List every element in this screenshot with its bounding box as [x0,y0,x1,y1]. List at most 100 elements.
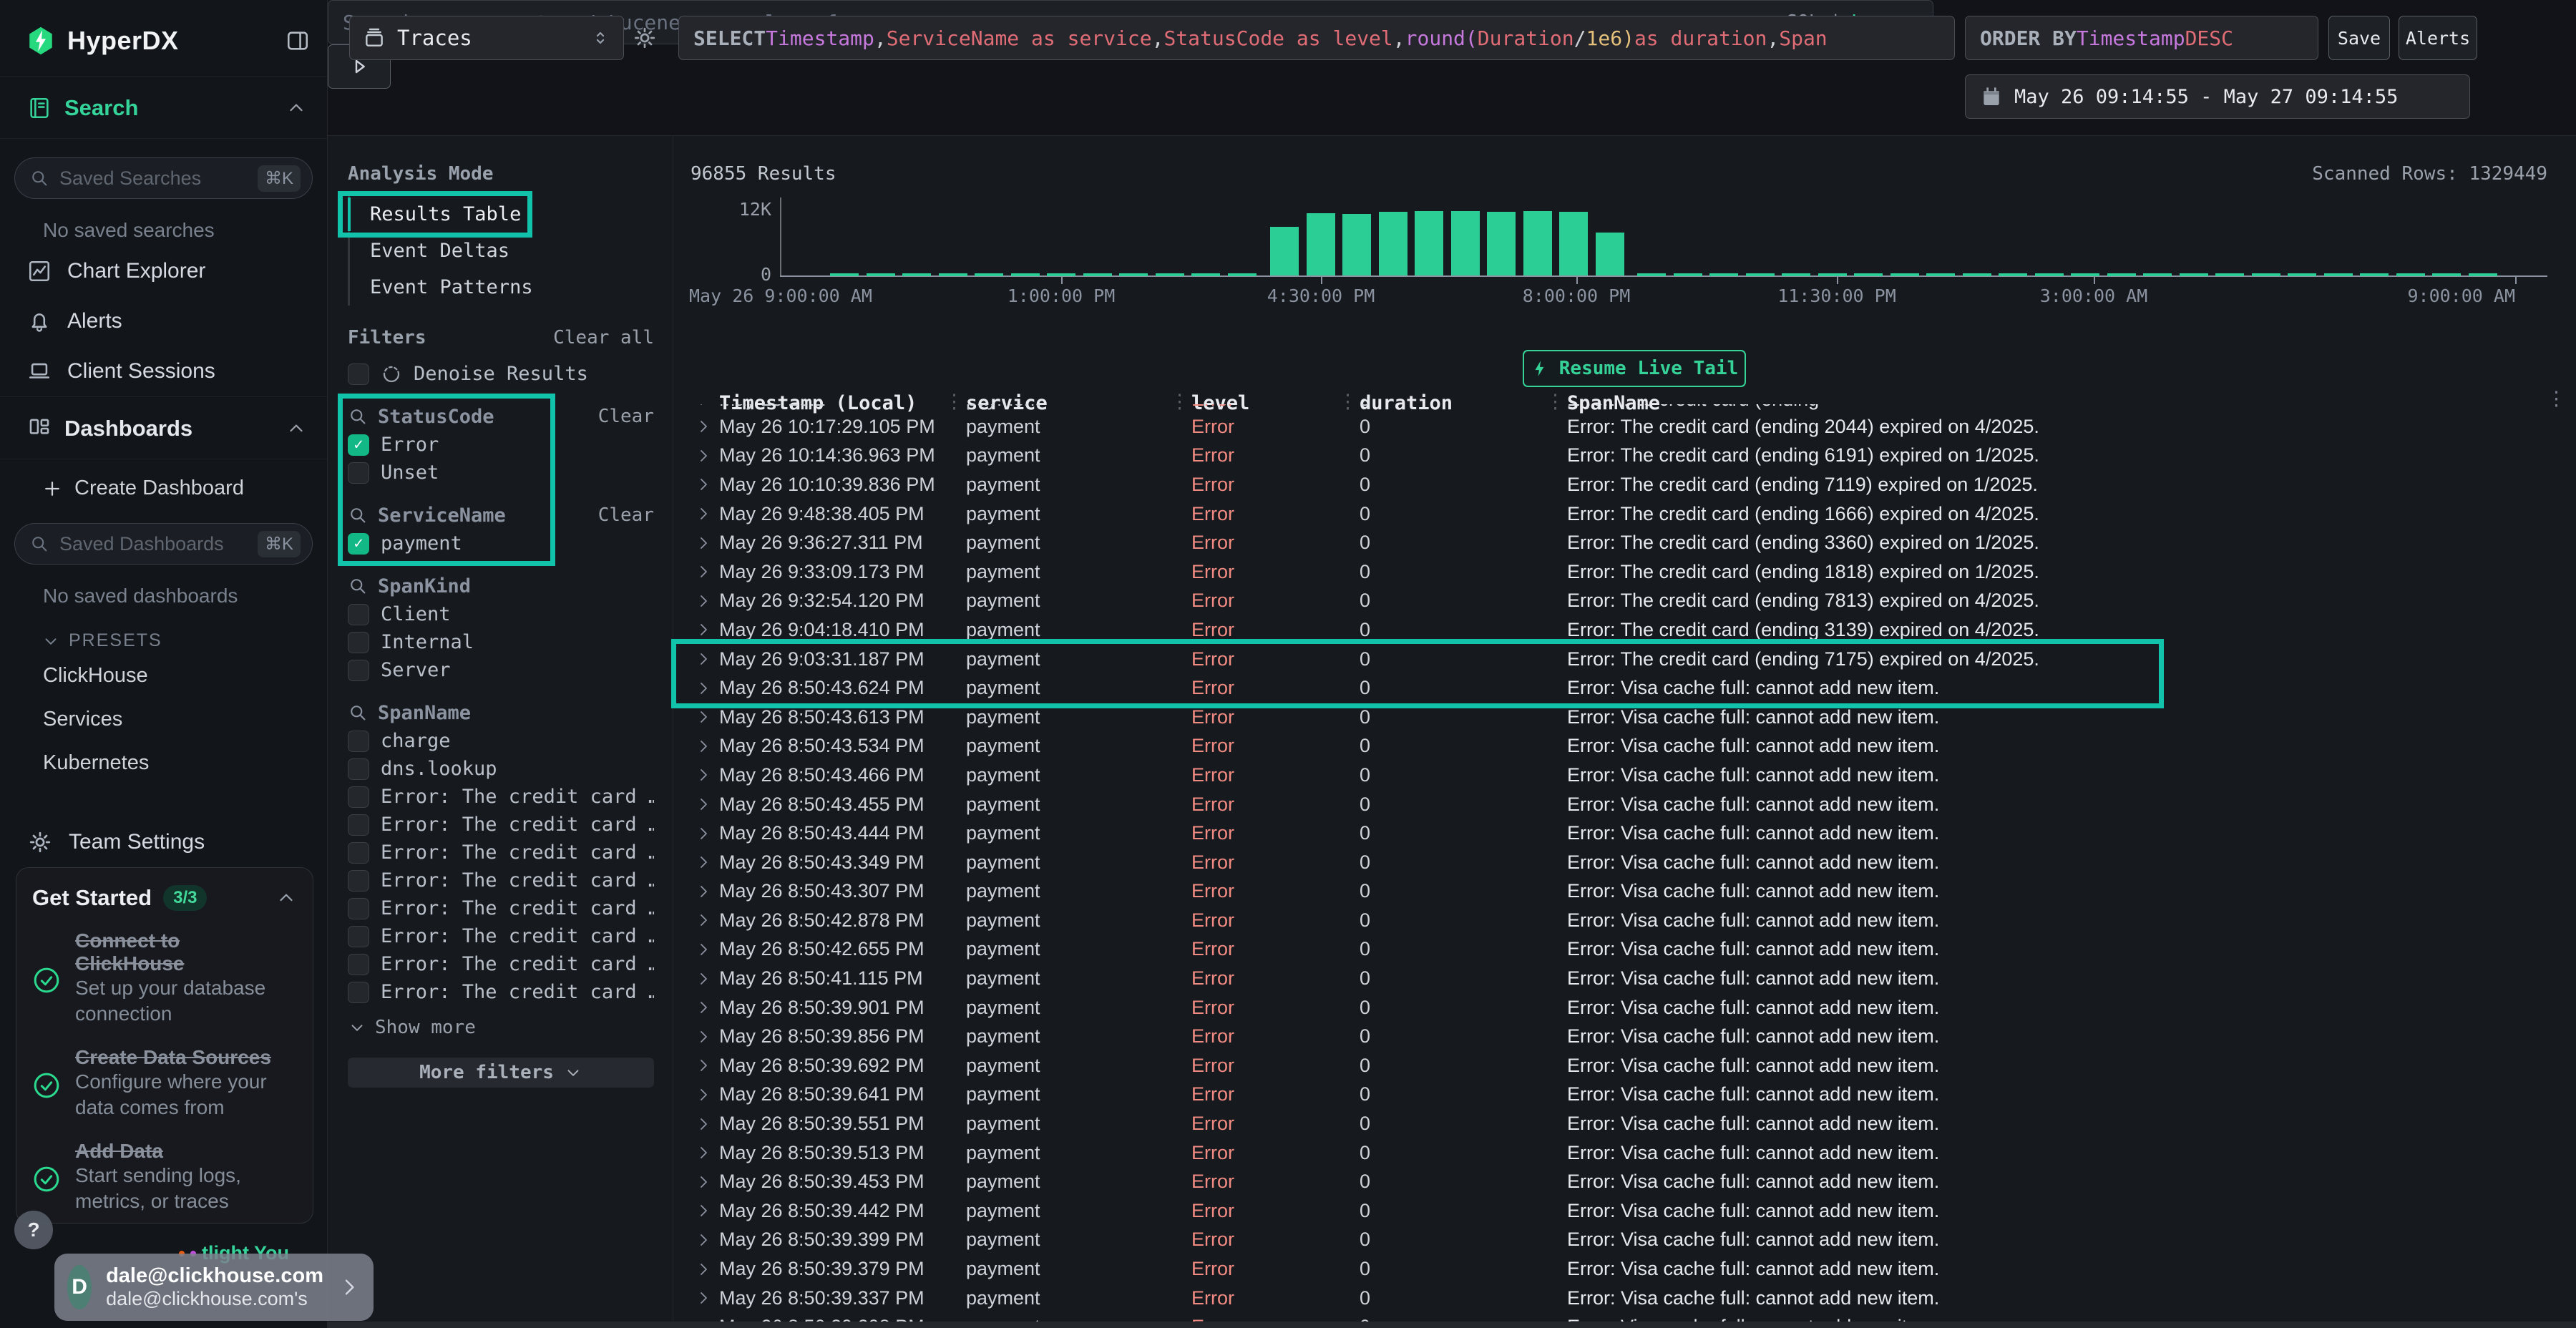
row-expand-chevron-icon[interactable] [673,621,719,638]
histogram-bar-small[interactable] [1963,273,1991,276]
histogram-bar-small[interactable] [902,273,931,276]
row-expand-chevron-icon[interactable] [673,1115,719,1133]
table-row[interactable]: May 26 8:50:39.901 PMpaymentError0Error:… [673,993,2576,1022]
table-row[interactable]: May 26 8:50:39.513 PMpaymentError0Error:… [673,1138,2576,1168]
filter-clear-button[interactable]: Clear [598,406,654,427]
table-row[interactable]: May 26 9:33:09.173 PMpaymentError0Error:… [673,557,2576,587]
histogram-bar[interactable] [1342,214,1371,275]
histogram-bar-small[interactable] [1746,273,1775,276]
table-row[interactable]: May 26 8:50:43.613 PMpaymentError0Error:… [673,703,2576,732]
filter-option[interactable]: Error: The credit card … [348,978,654,1006]
histogram-bar-small[interactable] [1709,273,1738,276]
sidebar-section-search[interactable]: Search [0,76,327,139]
filter-option[interactable]: ✓payment [348,529,654,557]
filter-option[interactable]: Server [348,656,654,684]
histogram-bar-small[interactable] [975,273,1003,276]
histogram-bar[interactable] [1596,233,1624,275]
row-expand-chevron-icon[interactable] [673,1289,719,1307]
analysis-mode-event-patterns[interactable]: Event Patterns [350,269,654,306]
histogram-bar-small[interactable] [1999,273,2027,276]
row-expand-chevron-icon[interactable] [673,1086,719,1103]
checkbox[interactable] [348,842,369,864]
histogram-bar-small[interactable] [2396,273,2425,276]
histogram-bar-small[interactable] [1926,273,1955,276]
histogram-bar-small[interactable] [2215,273,2244,276]
checkbox[interactable] [348,786,369,808]
table-row[interactable]: May 26 10:10:39.836 PMpaymentError0Error… [673,470,2576,499]
sidebar-collapse-icon[interactable] [286,29,310,53]
row-expand-chevron-icon[interactable] [673,970,719,987]
filter-option[interactable]: Error: The credit card … [348,783,654,811]
table-row[interactable]: May 26 8:50:39.641 PMpaymentError0Error:… [673,1080,2576,1110]
histogram-bar[interactable] [1451,211,1480,275]
histogram-bar-small[interactable] [2107,273,2136,276]
table-row[interactable]: May 26 8:50:39.399 PMpaymentError0Error:… [673,1226,2576,1255]
histogram-bar-small[interactable] [1782,273,1810,276]
table-row[interactable]: May 26 8:50:39.551 PMpaymentError0Error:… [673,1109,2576,1138]
histogram-bar-small[interactable] [2288,273,2316,276]
histogram-bar-small[interactable] [1047,273,1075,276]
get-started-item-sources[interactable]: Create Data Sources Configure where your… [32,1046,297,1121]
table-row[interactable]: May 26 8:50:43.624 PMpaymentError0Error:… [673,673,2576,703]
row-expand-chevron-icon[interactable] [673,418,719,435]
filter-option[interactable]: Error: The credit card … [348,839,654,866]
histogram-bar-small[interactable] [2143,273,2172,276]
table-row[interactable]: May 26 9:32:54.120 PMpaymentError0Error:… [673,587,2576,616]
filter-option[interactable]: Error: The credit card … [348,811,654,839]
table-row[interactable]: May 26 8:50:39.337 PMpaymentError0Error:… [673,1284,2576,1313]
date-range-picker[interactable]: May 26 09:14:55 - May 27 09:14:55 [1965,74,2470,119]
histogram-bar-small[interactable] [939,273,967,276]
filter-option[interactable]: charge [348,727,654,755]
checkbox[interactable] [348,814,369,836]
alerts-button[interactable]: Alerts [2399,16,2477,60]
presets-header[interactable]: PRESETS [0,612,327,654]
filter-clear-button[interactable]: Clear [598,504,654,526]
sidebar-item-chart-explorer[interactable]: Chart Explorer [0,246,327,296]
filter-option[interactable]: dns.lookup [348,755,654,783]
checkbox-checked[interactable]: ✓ [348,533,369,555]
histogram-bar-small[interactable] [2324,273,2353,276]
histogram-bar-small[interactable] [2035,273,2064,276]
analysis-mode-results-table[interactable]: Results Table [350,196,654,233]
histogram-bar-small[interactable] [1890,273,1919,276]
histogram-bar[interactable] [1559,212,1588,275]
histogram-bar-small[interactable] [2071,273,2099,276]
histogram-bar-small[interactable] [2469,273,2497,276]
table-row[interactable]: May 26 8:50:39.442 PMpaymentError0Error:… [673,1196,2576,1226]
checkbox[interactable] [348,898,369,919]
checkbox[interactable] [348,982,369,1003]
row-expand-chevron-icon[interactable] [673,1173,719,1191]
histogram-bar-small[interactable] [1156,273,1184,276]
sql-select-input[interactable]: SELECT Timestamp, ServiceName as service… [678,16,1955,60]
checkbox[interactable] [348,870,369,892]
filter-option[interactable]: Error: The credit card … [348,866,654,894]
order-by-input[interactable]: ORDER BY Timestamp DESC [1965,16,2318,60]
checkbox[interactable] [348,758,369,780]
sidebar-item-team-settings[interactable]: Team Settings [0,816,327,868]
histogram-bar[interactable] [1415,211,1443,275]
table-row[interactable]: May 26 8:50:43.466 PMpaymentError0Error:… [673,761,2576,790]
checkbox[interactable] [348,954,369,975]
clear-all-button[interactable]: Clear all [553,327,654,348]
row-expand-chevron-icon[interactable] [673,1231,719,1249]
chevron-up-icon[interactable] [275,887,297,909]
table-row[interactable]: May 26 9:36:27.311 PMpaymentError0Error:… [673,528,2576,557]
horizontal-scrollbar[interactable] [328,1322,2576,1328]
get-started-item-connect[interactable]: Connect to ClickHouse Set up your databa… [32,929,297,1027]
row-expand-chevron-icon[interactable] [673,505,719,522]
sidebar-item-client-sessions[interactable]: Client Sessions [0,346,327,396]
histogram-bar[interactable] [1270,227,1299,275]
table-row[interactable]: May 26 10:17:29.105 PMpaymentError0Error… [673,412,2576,441]
row-expand-chevron-icon[interactable] [673,883,719,900]
checkbox[interactable] [348,731,369,752]
histogram-bar-small[interactable] [1083,273,1112,276]
table-row[interactable]: May 26 8:50:39.453 PMpaymentError0Error:… [673,1167,2576,1196]
table-row[interactable]: May 26 10:14:36.963 PMpaymentError0Error… [673,441,2576,471]
filter-option[interactable]: Unset [348,459,654,487]
checkbox[interactable] [348,632,369,653]
histogram-bar-small[interactable] [867,273,895,276]
user-menu[interactable]: D dale@clickhouse.com dale@clickhouse.co… [54,1254,374,1321]
filter-option[interactable]: Error: The credit card … [348,894,654,922]
table-row[interactable]: May 26 9:04:18.410 PMpaymentError0Error:… [673,615,2576,645]
resume-live-tail-button[interactable]: Resume Live Tail [1523,350,1746,387]
